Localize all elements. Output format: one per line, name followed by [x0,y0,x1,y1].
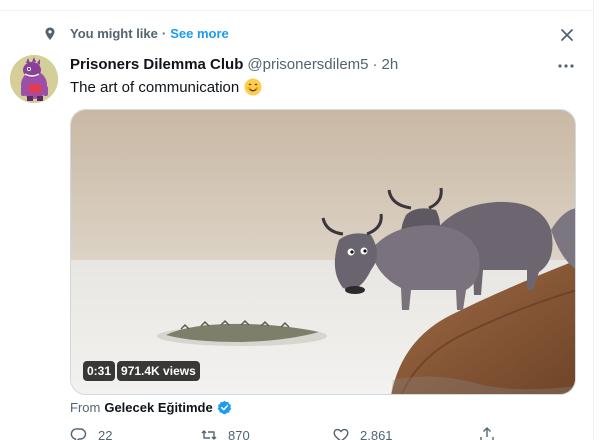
context-label: You might like [70,26,158,41]
tweet-time[interactable]: 2h [382,56,399,73]
retweet-icon [201,430,217,440]
reply-button[interactable]: 22 [70,426,112,440]
reply-count: 22 [98,427,113,440]
recommendation-context: You might like · See more [0,22,593,46]
source-account-link[interactable]: Gelecek Eğitimde [104,400,212,415]
video-thumbnail [71,110,575,394]
video-views: 971.4K views [117,361,200,381]
tweet-actions: 22 870 2,861 [70,426,510,440]
top-divider [0,0,593,11]
heart-icon [333,428,349,440]
context-separator: · [161,26,167,41]
avatar[interactable] [10,55,58,103]
tweet-text: The art of communication [70,78,262,96]
column-divider [593,0,594,440]
location-pin-icon [45,27,55,40]
reply-icon [70,428,87,440]
smiling-face-emoji-icon [244,78,262,96]
author-handle[interactable]: @prisonersdilem5 [247,56,368,73]
close-icon[interactable] [556,24,578,46]
tweet-body: The art of communication [70,78,240,96]
retweet-count: 870 [228,427,250,440]
like-count: 2,861 [360,427,393,440]
verified-badge-icon [217,400,231,415]
share-button[interactable] [478,426,496,440]
header-separator: · [372,56,378,73]
from-label: From [70,400,101,415]
video-player[interactable] [70,109,576,395]
retweet-button[interactable]: 870 [200,426,250,440]
like-button[interactable]: 2,861 [332,426,393,440]
video-badges: 0:31 971.4K views [83,361,200,381]
share-icon [480,427,494,440]
more-options-icon[interactable] [556,56,576,76]
avatar-illustration-icon [10,55,58,103]
video-source: From Gelecek Eğitimde [70,400,232,415]
video-duration: 0:31 [83,361,116,381]
author-name[interactable]: Prisoners Dilemma Club [70,56,243,73]
see-more-link[interactable]: See more [170,26,229,41]
tweet-header: Prisoners Dilemma Club @prisonersdilem5 … [70,56,398,73]
